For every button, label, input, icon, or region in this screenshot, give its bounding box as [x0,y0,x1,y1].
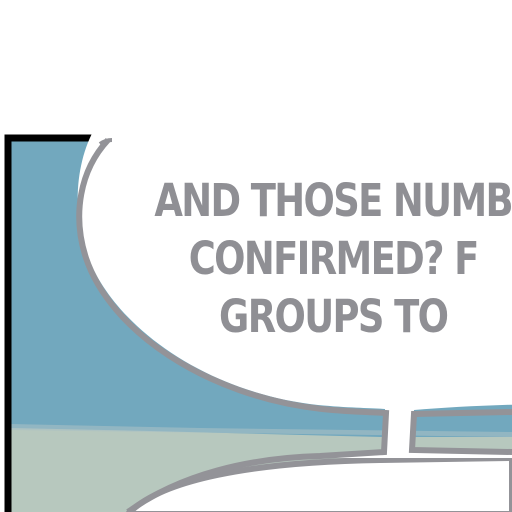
balloon-line-1: AND THOSE NUMB [154,174,512,227]
balloon-line-3: GROUPS TO [219,290,449,343]
comic-page: AND THOSE NUMB CONFIRMED? F GROUPS TO [0,0,512,512]
balloon-line-2: CONFIRMED? F [188,232,480,285]
speech-balloon-text: AND THOSE NUMB CONFIRMED? F GROUPS TO [120,172,512,346]
